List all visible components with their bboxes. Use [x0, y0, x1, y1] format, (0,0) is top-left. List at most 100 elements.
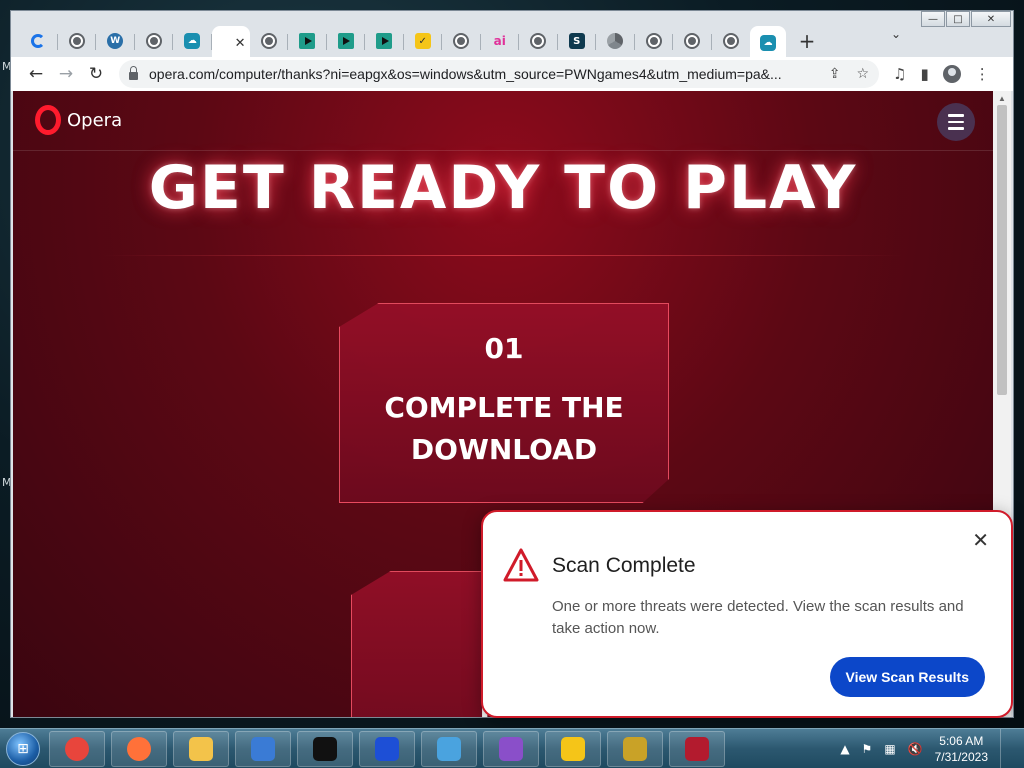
hamburger-menu-button[interactable] — [937, 103, 975, 141]
taskbar-app-chrome[interactable] — [49, 730, 105, 767]
warning-icon — [503, 548, 539, 582]
tab[interactable] — [19, 26, 58, 56]
start-button[interactable]: ⊞ — [0, 729, 46, 768]
show-desktop-button[interactable] — [1000, 729, 1012, 768]
show-hidden-icons-icon[interactable]: ▲ — [840, 742, 849, 756]
chrome-icon — [607, 33, 624, 49]
reload-button[interactable]: ↻ — [81, 59, 111, 89]
tab[interactable]: W — [96, 26, 135, 56]
profile-avatar-icon[interactable] — [942, 65, 961, 83]
toolbar: ← → ↻ opera.com/computer/thanks?ni=eapgx… — [11, 57, 1013, 91]
loading-icon — [31, 34, 46, 48]
side-panel-icon[interactable]: ▮ — [920, 65, 928, 83]
lock-icon[interactable] — [129, 66, 138, 80]
tab[interactable] — [288, 26, 327, 56]
windows-logo-icon: ⊞ — [6, 731, 40, 766]
taskbar-app-installer[interactable] — [483, 730, 539, 767]
taskbar-app-cmd[interactable] — [297, 730, 353, 767]
globe-icon — [645, 33, 662, 49]
tab[interactable]: ☁ — [173, 26, 212, 56]
scroll-up-arrow-icon[interactable]: ▲ — [993, 91, 1011, 105]
logo-text: Opera — [67, 109, 123, 131]
network-icon[interactable]: ▦ — [884, 742, 895, 756]
wordpress-icon: W — [107, 33, 124, 49]
malwarebytes-icon — [375, 736, 399, 761]
system-tray: ▲ ⚑ ▦ 🔇 5:06 AM 7/31/2023 — [840, 729, 1024, 768]
tab[interactable]: ai — [481, 26, 520, 56]
url-text[interactable]: opera.com/computer/thanks?ni=eapgx&os=wi… — [149, 66, 789, 82]
new-tab-button[interactable]: + — [792, 26, 822, 56]
firefox-icon — [127, 736, 151, 761]
tab[interactable] — [673, 26, 712, 56]
media-control-icon[interactable]: ♫ — [893, 65, 906, 83]
taskbar-app-security-tool[interactable] — [235, 730, 291, 767]
cloud-icon: ☁ — [760, 35, 776, 51]
tab[interactable] — [365, 26, 404, 56]
tab[interactable] — [712, 26, 751, 56]
address-bar[interactable]: opera.com/computer/thanks?ni=eapgx&os=wi… — [119, 60, 879, 88]
tab[interactable] — [596, 26, 635, 56]
share-icon[interactable]: ⇪ — [829, 66, 841, 82]
clock[interactable]: 5:06 AM 7/31/2023 — [935, 733, 988, 765]
notification-title: Scan Complete — [552, 554, 696, 577]
action-center-flag-icon[interactable]: ⚑ — [862, 742, 873, 756]
play-icon — [337, 33, 354, 49]
menu-kebab-icon[interactable]: ⋮ — [975, 65, 990, 83]
tab[interactable]: ✓ — [404, 26, 443, 56]
tab[interactable] — [327, 26, 366, 56]
tab-active[interactable]: ✕ — [211, 26, 250, 60]
tab[interactable] — [250, 26, 289, 56]
globe-icon — [68, 33, 85, 49]
opera-logo[interactable]: Opera — [35, 105, 122, 135]
globe-icon — [530, 33, 547, 49]
scan-notification: Scan Complete One or more threats were d… — [481, 510, 1013, 718]
globe-icon — [260, 33, 277, 49]
taskbar: ⊞ ▲ ⚑ ▦ 🔇 5:06 AM 7/31/2023 — [0, 728, 1024, 768]
taskbar-app-explorer[interactable] — [173, 730, 229, 767]
tab[interactable] — [58, 26, 97, 56]
back-button[interactable]: ← — [21, 59, 51, 89]
s-icon: S — [568, 33, 585, 49]
tab[interactable] — [442, 26, 481, 56]
globe-icon — [722, 33, 739, 49]
taskbar-apps — [46, 730, 728, 767]
tab-strip: W ☁ ✕ ✓ ai S ☁ + — [19, 23, 1013, 60]
step-card-1: 01 COMPLETE THE DOWNLOAD — [339, 303, 669, 503]
taskbar-app-firefox[interactable] — [111, 730, 167, 767]
hero-title: GET READY TO PLAY — [148, 153, 858, 223]
taskbar-app-puzzle[interactable] — [545, 730, 601, 767]
tab[interactable]: S — [558, 26, 597, 56]
explorer-icon — [189, 736, 213, 761]
cmd-icon — [313, 736, 337, 761]
taskbar-app-malwarebytes[interactable] — [359, 730, 415, 767]
close-tab-icon[interactable]: ✕ — [235, 36, 246, 51]
bookmark-star-icon[interactable]: ☆ — [856, 66, 869, 82]
checkmark-icon: ✓ — [414, 33, 431, 49]
forward-button[interactable]: → — [51, 59, 81, 89]
step-text-line: DOWNLOAD — [410, 433, 598, 466]
network-tool-icon — [437, 736, 461, 761]
security-tool-icon — [251, 736, 275, 761]
gears-icon — [623, 736, 647, 761]
tab[interactable] — [635, 26, 674, 56]
play-icon — [299, 33, 316, 49]
taskbar-app-network-tool[interactable] — [421, 730, 477, 767]
view-scan-results-button[interactable]: View Scan Results — [829, 657, 985, 697]
divider — [103, 255, 903, 256]
cloud-icon: ☁ — [184, 33, 201, 49]
taskbar-app-opera-gx[interactable] — [669, 730, 725, 767]
installer-icon — [499, 736, 523, 761]
close-icon[interactable]: ✕ — [972, 528, 989, 552]
tab[interactable] — [519, 26, 558, 56]
tab-search-icon[interactable]: ⌄ — [891, 27, 901, 41]
volume-muted-icon[interactable]: 🔇 — [908, 742, 923, 756]
clock-time: 5:06 AM — [939, 734, 984, 748]
tab[interactable] — [135, 26, 174, 56]
scrollbar-thumb[interactable] — [997, 105, 1007, 395]
tab[interactable]: ☁ — [750, 26, 786, 60]
globe-icon — [453, 33, 470, 49]
opera-gx-icon — [685, 736, 709, 761]
taskbar-app-gears[interactable] — [607, 730, 663, 767]
chrome-icon — [65, 736, 89, 761]
site-header: Opera — [13, 91, 993, 151]
